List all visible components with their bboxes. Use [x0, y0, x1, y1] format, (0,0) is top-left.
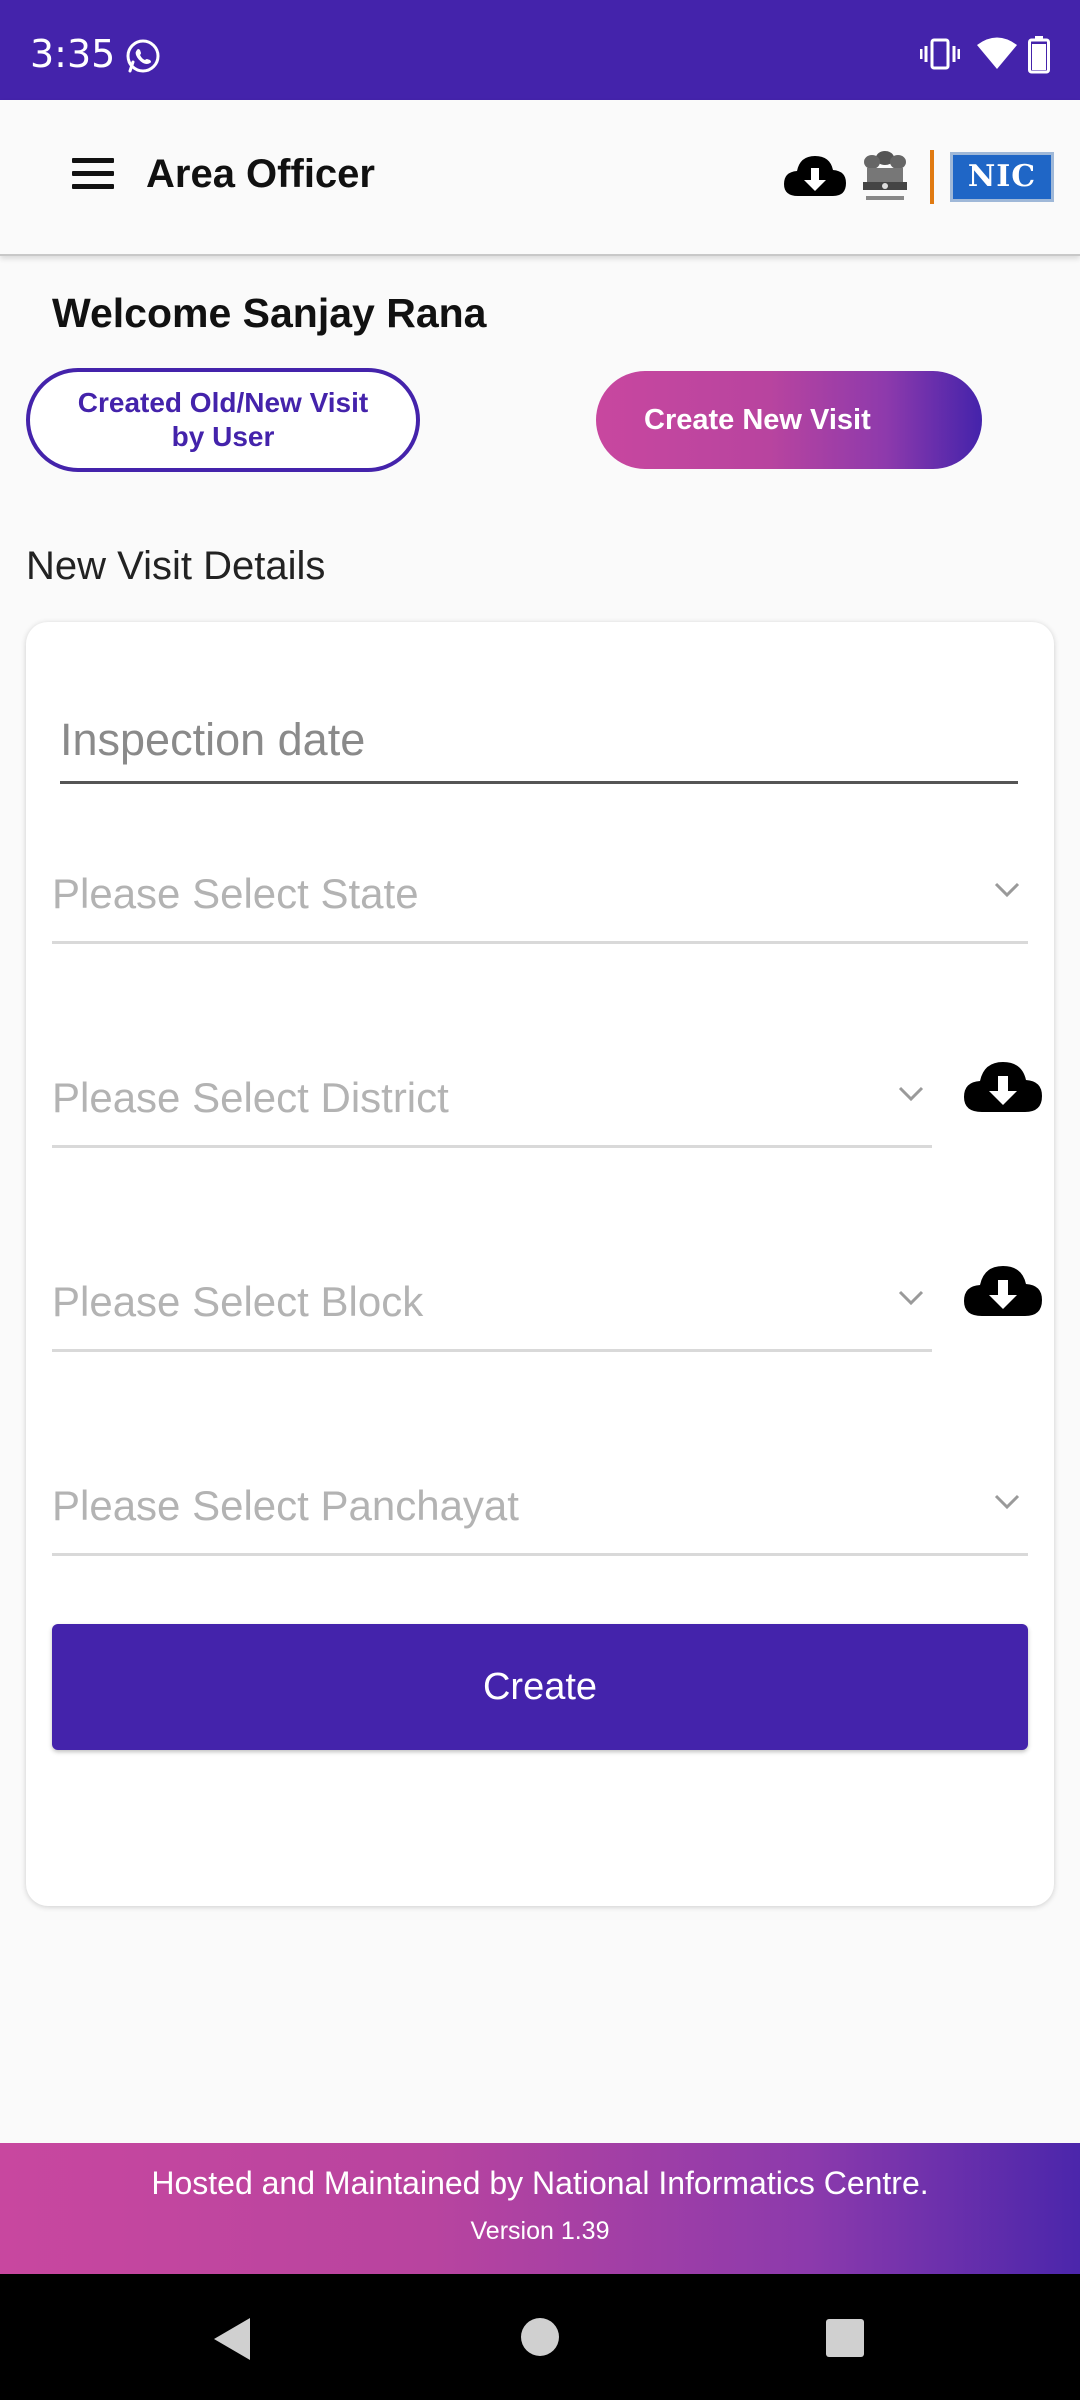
app-bar: Area Officer NIC [0, 100, 1080, 256]
screen: 3:35 Area Officer NIC Welcome Sanjay Ran… [0, 0, 1080, 2400]
cloud-download-icon[interactable] [782, 150, 848, 200]
footer: Hosted and Maintained by National Inform… [0, 2143, 1080, 2274]
chevron-down-icon [898, 1086, 924, 1102]
welcome-text: Welcome Sanjay Rana [52, 290, 487, 336]
home-icon[interactable] [521, 2318, 559, 2356]
inspection-date-placeholder: Inspection date [60, 714, 366, 765]
panchayat-select-placeholder: Please Select Panchayat [52, 1482, 519, 1529]
inspection-date-field[interactable]: Inspection date [60, 688, 1018, 784]
status-bar: 3:35 [0, 0, 1080, 100]
status-time: 3:35 [30, 32, 116, 76]
state-select[interactable]: Please Select State [52, 844, 1028, 944]
chevron-down-icon [994, 1494, 1020, 1510]
battery-icon [1028, 36, 1050, 74]
district-select-placeholder: Please Select District [52, 1074, 449, 1121]
block-download-icon[interactable] [962, 1260, 1044, 1320]
system-nav-bar [0, 2274, 1080, 2400]
back-icon[interactable] [212, 2316, 252, 2362]
page-title: Area Officer [146, 152, 375, 196]
menu-icon[interactable] [72, 158, 114, 192]
nic-logo: NIC [950, 152, 1054, 202]
national-emblem-logo [863, 151, 907, 200]
footer-version-text: Version 1.39 [470, 2217, 610, 2245]
chevron-down-icon [994, 882, 1020, 898]
whatsapp-icon [126, 39, 160, 73]
footer-hosted-text: Hosted and Maintained by National Inform… [151, 2165, 929, 2201]
logo-divider [930, 150, 934, 204]
vibrate-icon [920, 38, 960, 70]
create-button[interactable]: Create [52, 1624, 1028, 1750]
chevron-down-icon [898, 1290, 924, 1306]
block-select-placeholder: Please Select Block [52, 1278, 424, 1325]
visit-form-card: Inspection date Please Select State Plea… [26, 622, 1054, 1906]
district-download-icon[interactable] [962, 1056, 1044, 1116]
created-visits-button[interactable]: Created Old/New Visit by User [26, 368, 420, 472]
section-title: New Visit Details [26, 544, 326, 588]
panchayat-select[interactable]: Please Select Panchayat [52, 1456, 1028, 1556]
create-new-visit-button[interactable]: Create New Visit [596, 371, 982, 469]
block-select[interactable]: Please Select Block [52, 1252, 932, 1352]
recents-icon[interactable] [826, 2319, 864, 2357]
state-select-placeholder: Please Select State [52, 870, 419, 917]
district-select[interactable]: Please Select District [52, 1048, 932, 1148]
wifi-icon [977, 37, 1017, 69]
